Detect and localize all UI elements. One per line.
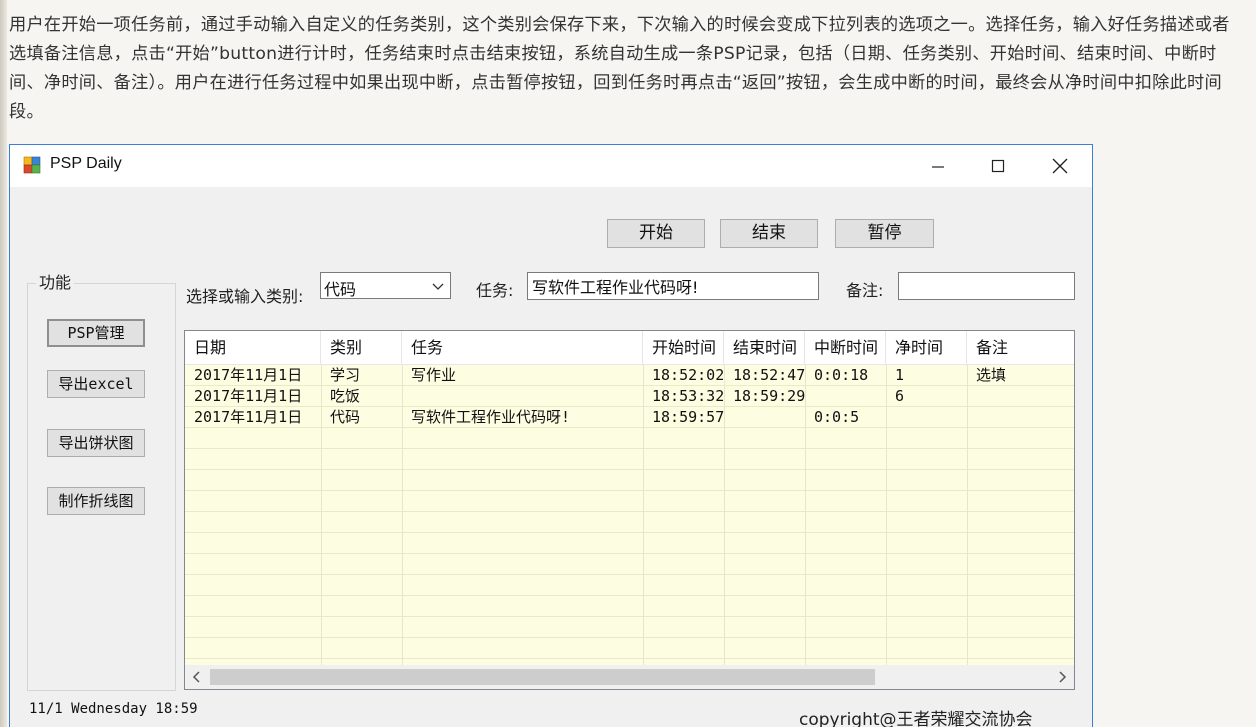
maximize-icon bbox=[991, 159, 1005, 173]
cell-start-time[interactable]: 18:52:02 bbox=[643, 365, 724, 386]
pause-button[interactable]: 暂停 bbox=[835, 219, 934, 248]
chevron-down-icon[interactable] bbox=[431, 279, 445, 293]
close-icon bbox=[1052, 158, 1068, 174]
grid-header: 日期 类别 任务 开始时间 结束时间 中断时间 净时间 备注 bbox=[185, 331, 1074, 365]
cell-end-time[interactable] bbox=[724, 407, 733, 428]
minimize-icon bbox=[932, 166, 944, 168]
start-button[interactable]: 开始 bbox=[607, 219, 705, 248]
chevron-left-icon[interactable] bbox=[189, 669, 205, 685]
window-title: PSP Daily bbox=[50, 155, 122, 172]
column-header-net-time[interactable]: 净时间 bbox=[886, 331, 967, 365]
psp-records-grid[interactable]: 日期 类别 任务 开始时间 结束时间 中断时间 净时间 备注 2017年11月1… bbox=[184, 330, 1075, 690]
cell-interrupt-time[interactable] bbox=[805, 386, 814, 407]
cell-category[interactable]: 代码 bbox=[321, 407, 360, 428]
cell-note[interactable] bbox=[967, 386, 976, 407]
app-window: PSP Daily 开始 结束 暂停 功能 PSP管理 导出excel 导出饼状… bbox=[9, 144, 1093, 727]
cell-task[interactable] bbox=[402, 386, 411, 407]
cell-net-time[interactable] bbox=[886, 407, 895, 428]
title-bar[interactable]: PSP Daily bbox=[10, 145, 1092, 187]
cell-category[interactable]: 学习 bbox=[321, 365, 360, 386]
category-value: 代码 bbox=[324, 280, 357, 299]
cell-task[interactable]: 写软件工程作业代码呀! bbox=[402, 407, 570, 428]
export-pie-chart-button[interactable]: 导出饼状图 bbox=[47, 429, 145, 457]
scrollbar-thumb[interactable] bbox=[210, 669, 875, 685]
column-header-note[interactable]: 备注 bbox=[967, 331, 1074, 365]
psp-manage-button[interactable]: PSP管理 bbox=[47, 319, 145, 347]
cell-interrupt-time[interactable]: 0:0:18 bbox=[805, 365, 868, 386]
category-combobox[interactable]: 代码 bbox=[320, 272, 451, 299]
page-left-border bbox=[0, 0, 7, 727]
column-header-date[interactable]: 日期 bbox=[185, 331, 321, 365]
category-label: 选择或输入类别: bbox=[186, 287, 304, 306]
cell-net-time[interactable]: 1 bbox=[886, 365, 904, 386]
close-button[interactable] bbox=[1030, 145, 1090, 187]
copyright-text: copyright@王者荣耀交流协会 bbox=[799, 710, 1033, 727]
app-icon bbox=[23, 156, 41, 174]
column-header-start-time[interactable]: 开始时间 bbox=[643, 331, 724, 365]
cell-start-time[interactable]: 18:53:32 bbox=[643, 386, 724, 407]
cell-date[interactable]: 2017年11月1日 bbox=[185, 386, 302, 407]
note-input[interactable] bbox=[898, 272, 1075, 300]
minimize-button[interactable] bbox=[908, 145, 968, 187]
cell-interrupt-time[interactable]: 0:0:5 bbox=[805, 407, 859, 428]
maximize-button[interactable] bbox=[968, 145, 1028, 187]
cell-task[interactable]: 写作业 bbox=[402, 365, 456, 386]
table-row[interactable]: 2017年11月1日 代码 写软件工程作业代码呀! 18:59:57 0:0:5 bbox=[185, 407, 1074, 428]
cell-date[interactable]: 2017年11月1日 bbox=[185, 407, 302, 428]
column-header-interrupt-time[interactable]: 中断时间 bbox=[805, 331, 886, 365]
make-line-chart-button[interactable]: 制作折线图 bbox=[47, 487, 145, 515]
column-header-end-time[interactable]: 结束时间 bbox=[724, 331, 805, 365]
cell-date[interactable]: 2017年11月1日 bbox=[185, 365, 302, 386]
horizontal-scrollbar[interactable] bbox=[185, 665, 1074, 689]
intro-paragraph: 用户在开始一项任务前，通过手动输入自定义的任务类别，这个类别会保存下来，下次输入… bbox=[9, 15, 1230, 122]
export-excel-button[interactable]: 导出excel bbox=[47, 370, 145, 398]
note-label: 备注: bbox=[846, 281, 884, 300]
cell-category[interactable]: 吃饭 bbox=[321, 386, 360, 407]
cell-end-time[interactable]: 18:52:47 bbox=[724, 365, 805, 386]
table-row[interactable]: 2017年11月1日 吃饭 18:53:32 18:59:29 6 bbox=[185, 386, 1074, 407]
end-button[interactable]: 结束 bbox=[720, 219, 818, 248]
task-input[interactable] bbox=[527, 272, 819, 300]
cell-note[interactable]: 选填 bbox=[967, 365, 1006, 386]
column-header-task[interactable]: 任务 bbox=[402, 331, 643, 365]
task-label: 任务: bbox=[476, 281, 514, 300]
cell-end-time[interactable]: 18:59:29 bbox=[724, 386, 805, 407]
chevron-right-icon[interactable] bbox=[1054, 669, 1070, 685]
cell-start-time[interactable]: 18:59:57 bbox=[643, 407, 724, 428]
column-header-category[interactable]: 类别 bbox=[321, 331, 402, 365]
status-datetime: 11/1 Wednesday 18:59 bbox=[29, 701, 198, 717]
function-group-title: 功能 bbox=[36, 269, 75, 293]
cell-note[interactable] bbox=[967, 407, 976, 428]
cell-net-time[interactable]: 6 bbox=[886, 386, 904, 407]
table-row[interactable]: 2017年11月1日 学习 写作业 18:52:02 18:52:47 0:0:… bbox=[185, 365, 1074, 386]
